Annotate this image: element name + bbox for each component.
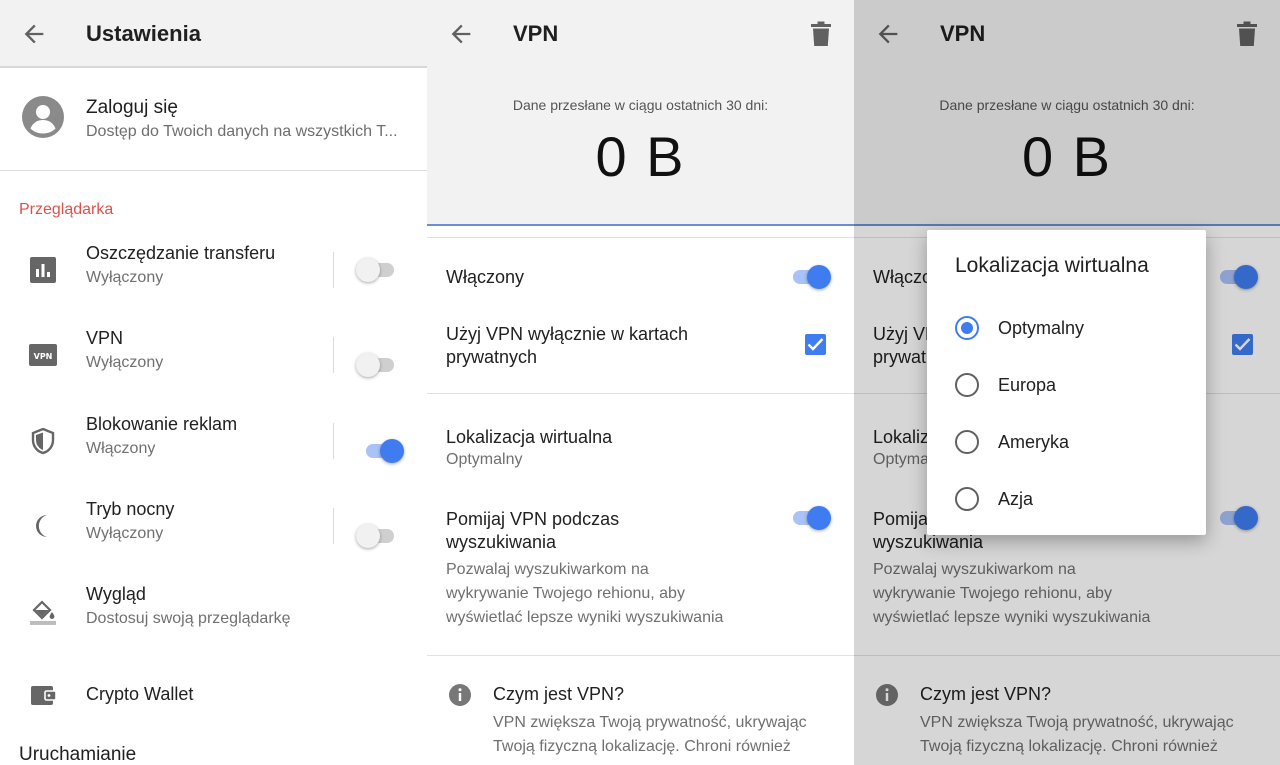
bypass-search-toggle[interactable] [789, 505, 831, 531]
setting-title: Crypto Wallet [86, 684, 194, 704]
setting-crypto-wallet[interactable]: Crypto Wallet [0, 652, 427, 738]
bypass-desc-line1: Pozwalaj wyszukiwarkom na [446, 561, 649, 578]
radio-label: Optymalny [998, 318, 1085, 338]
bypass-search-label-line1: Pomijaj VPN podczas [446, 509, 620, 529]
radio-option-europe[interactable]: Europa [927, 358, 1206, 414]
page-title: Ustawienia [86, 21, 201, 46]
paint-bucket-icon [30, 600, 56, 625]
wallet-icon [31, 686, 57, 705]
radio-unselected-icon [955, 373, 979, 397]
divider [427, 655, 854, 656]
vpn-toggle[interactable] [356, 352, 398, 378]
radio-option-asia[interactable]: Azja [927, 472, 1206, 528]
radio-label: Azja [998, 489, 1034, 509]
bypass-desc-line2: wykrywanie Twojego rehionu, aby [446, 585, 685, 602]
page-title: VPN [513, 21, 559, 46]
radio-option-optimal[interactable]: Optymalny [927, 301, 1206, 357]
radio-label: Europa [998, 375, 1057, 395]
virtual-location-dialog: Lokalizacja wirtualna Optymalny Europa A… [927, 230, 1206, 535]
setting-ad-blocking[interactable]: Blokowanie reklam Włączony [0, 398, 427, 484]
dialog-title: Lokalizacja wirtualna [955, 254, 1149, 277]
sign-in-title: Zaloguj się [86, 97, 178, 118]
divider [333, 337, 334, 373]
bypass-desc-line3: wyświetlać lepsze wyniki wyszukiwania [446, 609, 724, 626]
info-icon [449, 684, 471, 706]
section-header-startup: Uruchamianie [19, 744, 137, 765]
private-only-checkbox[interactable] [805, 334, 826, 355]
location-label[interactable]: Lokalizacja wirtualna [446, 426, 612, 449]
info-desc-line1: VPN zwiększa Twoją prywatność, ukrywając [493, 714, 807, 731]
location-value: Optymalny [446, 451, 523, 468]
setting-title: Wygląd [86, 584, 146, 604]
moon-icon [36, 515, 47, 537]
setting-title: Tryb nocny [86, 499, 175, 519]
night-mode-toggle[interactable] [356, 523, 398, 549]
sign-in-row[interactable]: Zaloguj się Dostęp do Twoich danych na w… [0, 69, 427, 171]
bypass-search-label-line2: wyszukiwania [446, 532, 557, 552]
setting-appearance[interactable]: Wygląd Dostosuj swoją przeglądarkę [0, 568, 427, 654]
setting-subtitle: Dostosuj swoją przeglądarkę [86, 610, 291, 627]
private-only-label-line2: prywatnych [446, 347, 538, 367]
setting-status: Wyłączony [86, 525, 164, 542]
settings-screen: Ustawienia Zaloguj się Dostęp do Twoich … [0, 0, 427, 765]
bar-chart-icon [30, 257, 56, 283]
divider [333, 423, 334, 459]
setting-title: Blokowanie reklam [86, 414, 238, 434]
back-arrow-icon[interactable] [447, 20, 475, 48]
svg-text:VPN: VPN [34, 352, 53, 361]
back-arrow-icon[interactable] [20, 20, 48, 48]
ad-blocking-toggle[interactable] [362, 438, 404, 464]
setting-data-saver[interactable]: Oszczędzanie transferu Wyłączony [0, 227, 427, 313]
vpn-data-stats: Dane przesłane w ciągu ostatnich 30 dni:… [427, 68, 854, 226]
shield-icon [31, 427, 55, 455]
setting-title: Oszczędzanie transferu [86, 243, 276, 263]
setting-vpn[interactable]: VPN VPN Wyłączony [0, 312, 427, 398]
section-header-browser: Przeglądarka [19, 201, 114, 218]
divider [333, 252, 334, 288]
radio-option-america[interactable]: Ameryka [927, 415, 1206, 471]
data-saver-toggle[interactable] [356, 257, 398, 283]
vpn-screen: VPN Dane przesłane w ciągu ostatnich 30 … [427, 0, 854, 765]
divider [427, 393, 854, 394]
data-caption: Dane przesłane w ciągu ostatnich 30 dni: [512, 97, 769, 113]
setting-status: Włączony [86, 440, 156, 457]
private-only-label-line1: Użyj VPN wyłącznie w kartach [446, 324, 689, 344]
data-value: 0 B [595, 125, 686, 188]
vpn-enabled-label: Włączony [446, 267, 525, 287]
setting-title: VPN [86, 328, 124, 348]
vpn-icon: VPN [29, 344, 57, 366]
info-desc-line2: Twoją fizyczną lokalizację. Chroni równi… [493, 738, 791, 755]
avatar-icon [22, 96, 64, 138]
setting-status: Wyłączony [86, 354, 164, 371]
trash-icon[interactable] [810, 21, 832, 47]
sign-in-subtitle: Dostęp do Twoich danych na wszystkich T.… [86, 123, 398, 140]
radio-unselected-icon [955, 487, 979, 511]
divider [427, 237, 854, 238]
vpn-enabled-toggle[interactable] [789, 264, 831, 290]
divider [333, 508, 334, 544]
radio-label: Ameryka [998, 432, 1070, 452]
settings-app-bar: Ustawienia [0, 0, 427, 68]
vpn-app-bar: VPN [427, 0, 854, 68]
setting-status: Wyłączony [86, 269, 164, 286]
info-title: Czym jest VPN? [493, 684, 625, 704]
setting-night-mode[interactable]: Tryb nocny Wyłączony [0, 483, 427, 569]
radio-selected-icon [955, 316, 979, 340]
radio-unselected-icon [955, 430, 979, 454]
